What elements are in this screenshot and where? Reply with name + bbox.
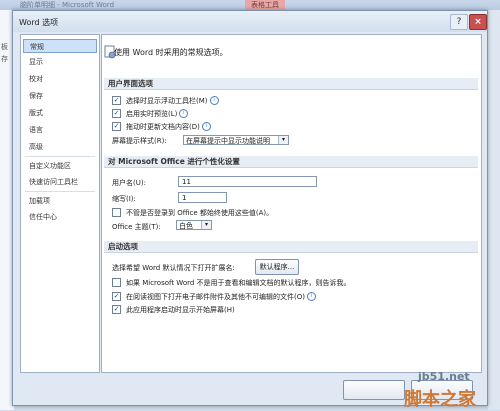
background-title: 脑阶单明细 - Microsoft Word [20,1,115,9]
watermark-url: jb51.net [418,370,470,383]
chevron-down-icon: ▾ [278,136,288,144]
info-icon: i [209,95,219,105]
nav-separator [25,191,95,192]
checkbox[interactable]: ✓ [112,304,121,314]
nav-item-proofing[interactable]: 校对 [23,72,97,86]
section-startup: 启动选项 [104,241,478,253]
option-label: 如果 Microsoft Word 不是用于查看和编辑文档的默认程序，则告诉我。 [126,279,351,287]
nav-item-general[interactable]: 常规 [23,39,97,53]
checkbox[interactable] [112,277,121,287]
info-icon: i [179,108,189,118]
checkbox[interactable]: ✓ [112,291,121,301]
option-tell-me-not-default[interactable]: 如果 Microsoft Word 不是用于查看和编辑文档的默认程序，则告诉我。 [112,277,351,288]
ok-button[interactable] [343,380,405,400]
nav-item-quick-access-toolbar[interactable]: 快速访问工具栏 [23,175,97,189]
background-fragment: 板 [1,43,8,51]
checkbox[interactable]: ✓ [112,121,121,131]
option-live-preview[interactable]: ✓ 启用实时预览(L) i [112,108,189,119]
section-ui-options: 用户界面选项 [104,78,478,90]
option-update-while-dragging[interactable]: ✓ 拖动时更新文档内容(D) i [112,121,211,132]
checkbox[interactable]: ✓ [112,95,121,105]
nav-item-add-ins[interactable]: 加载项 [23,194,97,208]
background-fragment: 存 [1,55,8,63]
default-extensions-label: 选择希望 Word 默认情况下打开扩展名: [112,264,235,272]
nav-item-language[interactable]: 语言 [23,123,97,137]
option-label: 在阅读视图下打开电子邮件附件及其他不可编辑的文件(O) [126,293,305,301]
checkbox[interactable]: ✓ [112,108,121,118]
contextual-tab-table-tools[interactable]: 表格工具 [245,0,285,10]
nav-item-advanced[interactable]: 高级 [23,140,97,154]
screentip-style-select[interactable]: 在屏幕提示中显示功能说明 ▾ [183,135,289,145]
nav-item-customize-ribbon[interactable]: 自定义功能区 [23,159,97,173]
nav-separator [25,156,95,157]
section-personalize: 对 Microsoft Office 进行个性化设置 [104,156,478,168]
options-nav: 常规 显示 校对 保存 版式 语言 高级 自定义功能区 快速访问工具栏 加载项 … [20,34,100,373]
chevron-down-icon: ▾ [201,221,211,229]
intro-text: 使用 Word 时采用的常规选项。 [114,48,228,57]
info-icon: i [201,121,211,131]
nav-item-layout[interactable]: 版式 [23,106,97,120]
background-titlebar: 脑阶单明细 - Microsoft Word 表格工具 [0,0,500,10]
option-label: 拖动时更新文档内容(D) [126,123,200,131]
initials-label: 缩写(I): [112,195,136,203]
dialog-title: Word 选项 [19,18,59,27]
select-value: 白色 [179,222,193,230]
watermark-site: 脚本之家 [404,389,476,410]
help-button[interactable]: ? [450,14,468,30]
office-theme-select[interactable]: 白色 ▾ [176,220,212,230]
initials-field[interactable]: 1 [178,192,227,203]
info-icon: i [306,291,316,301]
nav-item-trust-center[interactable]: 信任中心 [23,210,97,224]
option-show-start-screen[interactable]: ✓ 此应用程序启动时显示开始屏幕(H) [112,304,235,315]
option-label: 启用实时预览(L) [126,110,178,118]
checkbox[interactable] [112,207,121,217]
nav-item-save[interactable]: 保存 [23,89,97,103]
background-scroll-edge [488,10,500,410]
default-programs-button[interactable]: 默认程序... [255,259,299,275]
word-options-dialog: Word 选项 ? × 常规 显示 校对 保存 版式 语言 高级 自定义功能区 … [12,10,488,406]
option-mini-toolbar[interactable]: ✓ 选择时显示浮动工具栏(M) i [112,95,219,106]
option-always-use-values[interactable]: 不管是否登录到 Office 都始终使用这些值(A)。 [112,207,274,218]
option-label: 选择时显示浮动工具栏(M) [126,97,208,105]
username-label: 用户名(U): [112,179,146,187]
nav-item-display[interactable]: 显示 [23,55,97,69]
dialog-titlebar[interactable]: Word 选项 ? × [13,11,487,32]
username-field[interactable]: 11 [178,176,317,187]
screentip-style-label: 屏幕提示样式(R): [112,137,167,145]
option-open-attachments-reading-view[interactable]: ✓ 在阅读视图下打开电子邮件附件及其他不可编辑的文件(O) i [112,291,316,302]
option-label: 此应用程序启动时显示开始屏幕(H) [126,306,235,314]
office-theme-label: Office 主题(T): [112,223,161,231]
options-main-panel: 使用 Word 时采用的常规选项。 用户界面选项 ✓ 选择时显示浮动工具栏(M) i… [101,34,482,373]
option-label: 不管是否登录到 Office 都始终使用这些值(A)。 [126,209,274,217]
close-button[interactable]: × [469,14,487,30]
select-value: 在屏幕提示中显示功能说明 [186,137,270,145]
